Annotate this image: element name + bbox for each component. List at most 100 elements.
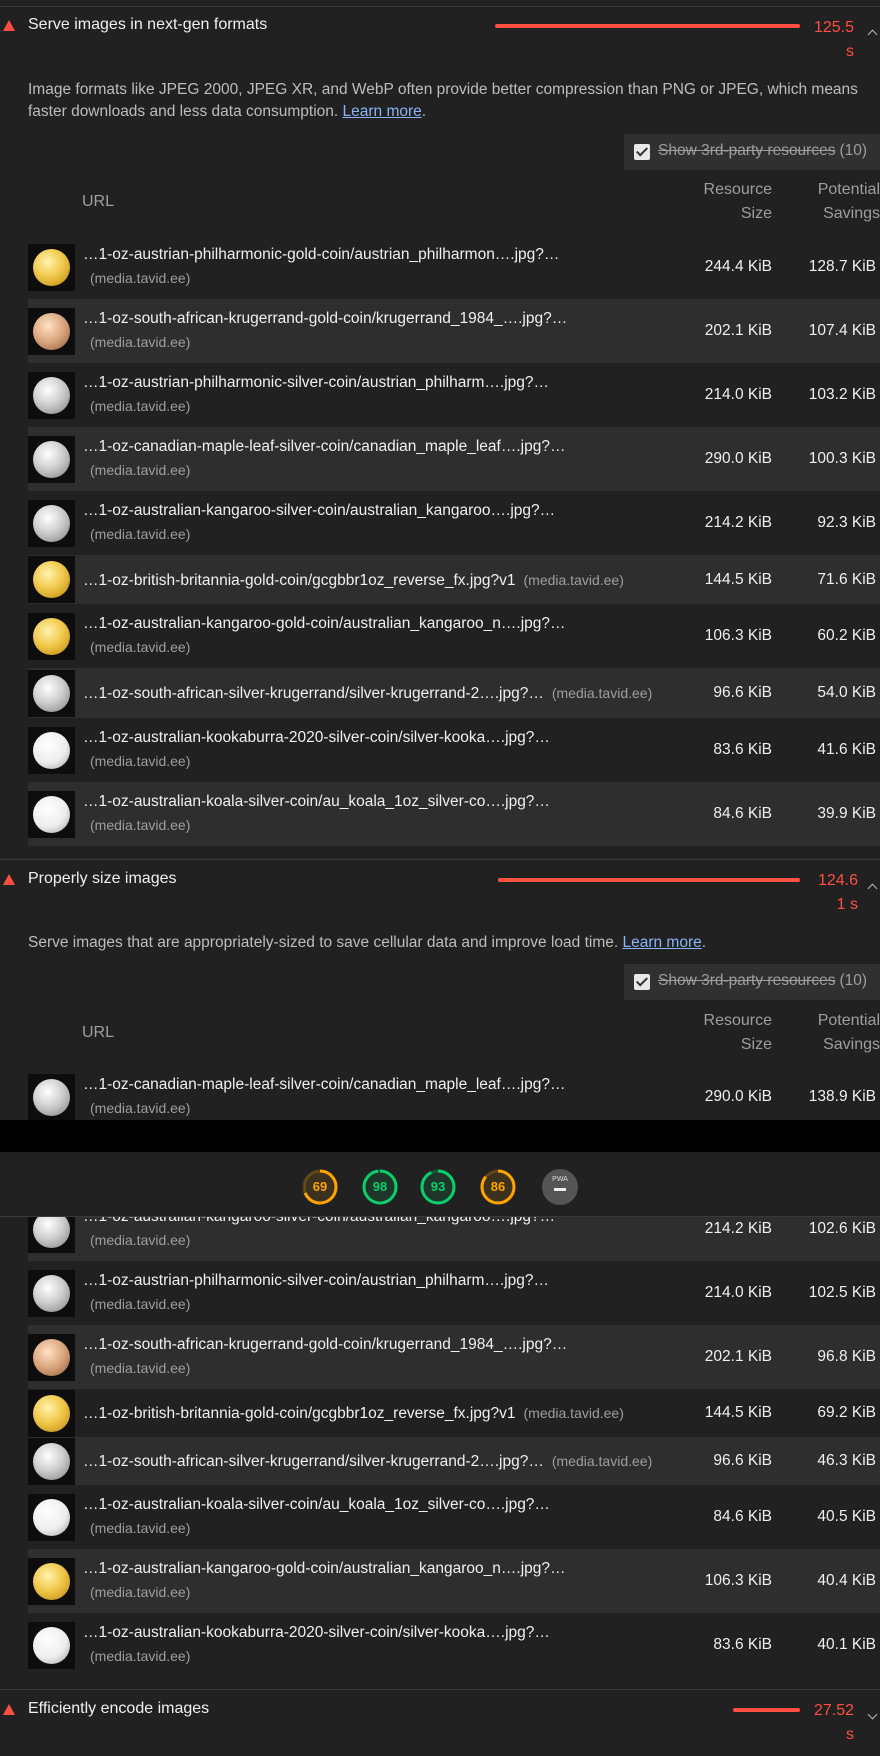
- resource-url[interactable]: …1-oz-australian-kangaroo-silver-coin/au…: [83, 501, 555, 521]
- resource-url[interactable]: …1-oz-australian-kookaburra-2020-silver-…: [83, 728, 550, 748]
- table-row: …1-oz-australian-kookaburra-2020-silver-…: [28, 718, 880, 782]
- column-header-url: URL: [82, 1024, 115, 1041]
- resource-url[interactable]: …1-oz-south-african-krugerrand-gold-coin…: [83, 309, 567, 329]
- resource-host: (media.tavid.ee): [90, 334, 191, 350]
- savings-value: 27.52 s: [813, 1702, 854, 1743]
- resource-host: (media.tavid.ee): [90, 1100, 191, 1116]
- checkbox[interactable]: [634, 144, 650, 160]
- resource-host: (media.tavid.ee): [523, 1405, 624, 1421]
- resource-size: 106.3 KiB: [704, 627, 772, 644]
- checkbox[interactable]: [634, 974, 650, 990]
- table-row: …1-oz-austrian-philharmonic-gold-coin/au…: [28, 235, 880, 299]
- resource-size: 214.2 KiB: [704, 514, 772, 531]
- audit-header-properly-size-images[interactable]: Properly size images 124.6 1 s: [0, 859, 880, 913]
- resource-url[interactable]: …1-oz-austrian-philharmonic-silver-coin/…: [83, 1271, 549, 1291]
- coin-thumbnail: [28, 1494, 75, 1541]
- audit-header-next-gen-formats[interactable]: Serve images in next-gen formats 125.5 s: [0, 6, 880, 60]
- fail-triangle-icon: [3, 1704, 15, 1715]
- filter-label: Show 3rd-party resources: [658, 972, 836, 989]
- potential-savings: 40.4 KiB: [817, 1572, 876, 1589]
- resource-host: (media.tavid.ee): [551, 1453, 653, 1469]
- chevron-up-icon[interactable]: [867, 883, 878, 894]
- potential-savings: 41.6 KiB: [817, 741, 876, 758]
- coin-thumbnail: [28, 244, 75, 291]
- audit-description: Serve images that are appropriately-size…: [28, 934, 707, 951]
- potential-savings: 69.2 KiB: [817, 1404, 876, 1421]
- table-row: …1-oz-british-britannia-gold-coin/gcgbbr…: [28, 555, 880, 604]
- score-gauge[interactable]: 86: [480, 1169, 516, 1205]
- resource-host: (media.tavid.ee): [90, 526, 191, 542]
- table-row: …1-oz-australian-koala-silver-coin/au_ko…: [28, 782, 880, 846]
- potential-savings: 92.3 KiB: [817, 514, 876, 531]
- potential-savings: 39.9 KiB: [817, 805, 876, 822]
- chevron-down-icon[interactable]: [867, 1709, 878, 1720]
- resource-url[interactable]: …1-oz-canadian-maple-leaf-silver-coin/ca…: [83, 437, 565, 457]
- resource-size: 96.6 KiB: [713, 684, 772, 701]
- resource-url[interactable]: …1-oz-austrian-philharmonic-silver-coin/…: [83, 373, 549, 393]
- resource-url[interactable]: …1-oz-south-african-silver-krugerrand/si…: [83, 685, 544, 702]
- table-row: …1-oz-australian-kangaroo-gold-coin/aust…: [28, 604, 880, 668]
- resource-host: (media.tavid.ee): [90, 1584, 191, 1600]
- coin-thumbnail: [28, 791, 75, 838]
- resource-host: (media.tavid.ee): [90, 398, 191, 414]
- resource-url[interactable]: …1-oz-british-britannia-gold-coin/gcgbbr…: [83, 572, 516, 589]
- third-party-filter[interactable]: Show 3rd-party resources (10): [624, 964, 880, 1000]
- learn-more-link[interactable]: Learn more: [343, 103, 422, 120]
- coin-thumbnail: [28, 670, 75, 717]
- resource-url[interactable]: …1-oz-australian-koala-silver-coin/au_ko…: [83, 1495, 550, 1515]
- learn-more-link[interactable]: Learn more: [622, 934, 701, 951]
- resource-url[interactable]: …1-oz-south-african-silver-krugerrand/si…: [83, 1453, 544, 1470]
- table-row: …1-oz-australian-kangaroo-silver-coin/au…: [28, 491, 880, 555]
- coin-thumbnail: [28, 556, 75, 603]
- coin-thumbnail: [28, 1558, 75, 1605]
- column-header-potential-savings: Potential Savings: [817, 181, 880, 222]
- audit-title: Serve images in next-gen formats: [28, 16, 268, 33]
- resource-size: 144.5 KiB: [704, 571, 772, 588]
- table-row: …1-oz-austrian-philharmonic-silver-coin/…: [28, 1261, 880, 1325]
- score-gauge[interactable]: 69: [302, 1169, 338, 1205]
- resource-url[interactable]: …1-oz-south-african-krugerrand-gold-coin…: [83, 1335, 567, 1355]
- audit-header-efficiently-encode-images[interactable]: Efficiently encode images 27.52 s: [0, 1689, 880, 1743]
- potential-savings: 71.6 KiB: [817, 571, 876, 588]
- audit-title: Efficiently encode images: [28, 1700, 210, 1717]
- audit-title: Properly size images: [28, 870, 177, 887]
- potential-savings: 46.3 KiB: [817, 1452, 876, 1469]
- pwa-badge-icon[interactable]: PWA: [542, 1169, 578, 1205]
- table-row: …1-oz-british-britannia-gold-coin/gcgbbr…: [28, 1389, 880, 1437]
- resource-host: (media.tavid.ee): [90, 1296, 191, 1312]
- coin-thumbnail: [28, 436, 75, 483]
- potential-savings: 107.4 KiB: [808, 322, 876, 339]
- score-value: 86: [490, 1179, 506, 1194]
- resource-host: (media.tavid.ee): [90, 1520, 191, 1536]
- coin-thumbnail: [28, 1390, 75, 1437]
- coin-thumbnail: [28, 1334, 75, 1381]
- chevron-up-icon[interactable]: [867, 29, 878, 40]
- resource-url[interactable]: …1-oz-australian-kangaroo-gold-coin/aust…: [83, 1559, 566, 1579]
- resource-size: 202.1 KiB: [704, 1348, 772, 1365]
- resource-url[interactable]: …1-oz-australian-koala-silver-coin/au_ko…: [83, 792, 550, 812]
- table-row: …1-oz-australian-kangaroo-gold-coin/aust…: [28, 1549, 880, 1613]
- potential-savings: 60.2 KiB: [817, 627, 876, 644]
- resource-url[interactable]: …1-oz-canadian-maple-leaf-silver-coin/ca…: [83, 1075, 565, 1095]
- coin-thumbnail: [28, 1074, 75, 1121]
- coin-thumbnail: [28, 1270, 75, 1317]
- column-header-resource-size: Resource Size: [703, 181, 772, 222]
- resource-url[interactable]: …1-oz-british-britannia-gold-coin/gcgbbr…: [83, 1405, 516, 1422]
- potential-savings: 40.5 KiB: [817, 1508, 876, 1525]
- score-gauge[interactable]: 98: [362, 1169, 398, 1205]
- resource-size: 83.6 KiB: [713, 741, 772, 758]
- resource-size: 214.2 KiB: [704, 1220, 772, 1237]
- audit-description: Image formats like JPEG 2000, JPEG XR, a…: [28, 81, 858, 120]
- resource-size: 144.5 KiB: [704, 1404, 772, 1421]
- column-header-potential-savings: Potential Savings: [817, 1012, 880, 1053]
- resource-size: 106.3 KiB: [704, 1572, 772, 1589]
- filter-count: (10): [839, 142, 868, 159]
- resource-url[interactable]: …1-oz-australian-kangaroo-gold-coin/aust…: [83, 614, 566, 634]
- resource-host: (media.tavid.ee): [90, 270, 191, 286]
- potential-savings: 102.6 KiB: [808, 1220, 876, 1237]
- resource-url[interactable]: …1-oz-austrian-philharmonic-gold-coin/au…: [83, 245, 559, 265]
- resource-url[interactable]: …1-oz-australian-kookaburra-2020-silver-…: [83, 1623, 550, 1643]
- resource-size: 214.0 KiB: [704, 1284, 772, 1301]
- third-party-filter[interactable]: Show 3rd-party resources (10): [624, 134, 880, 170]
- score-gauge[interactable]: 93: [420, 1169, 456, 1205]
